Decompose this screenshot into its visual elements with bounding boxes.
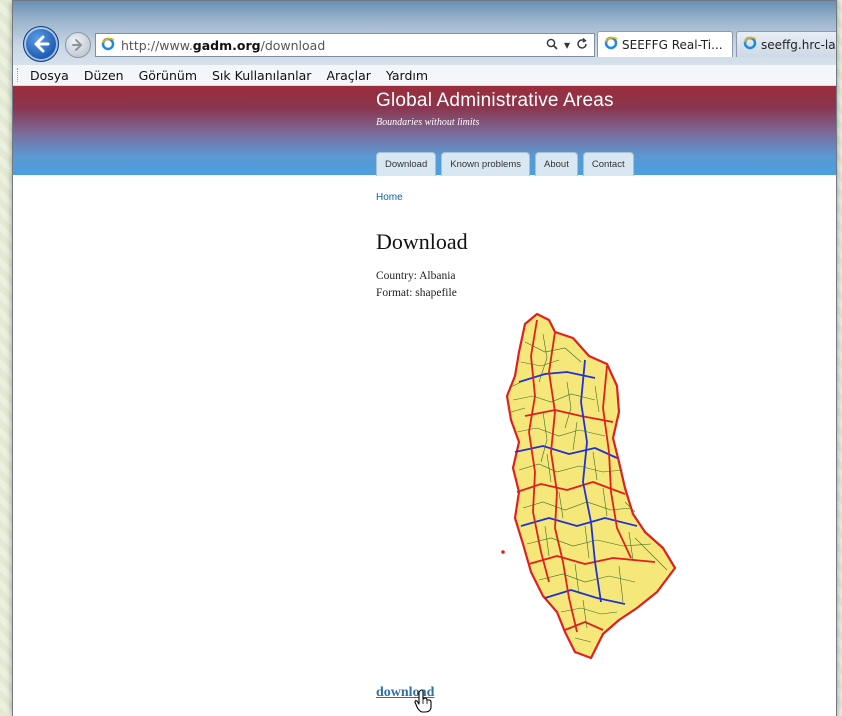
address-url: http://www.gadm.org/download — [121, 38, 546, 53]
site-title[interactable]: Global Administrative Areas — [376, 90, 614, 112]
browser-window: http://www.gadm.org/download ▾ SEEFFG Re… — [12, 0, 837, 716]
menu-item-gorunum[interactable]: Görünüm — [139, 68, 197, 83]
web-page: Global Administrative Areas Boundaries w… — [13, 86, 836, 716]
primary-nav: Download Known problems About Contact — [376, 152, 634, 176]
browser-toolbar: http://www.gadm.org/download ▾ SEEFFG Re… — [13, 1, 836, 65]
ie-logo-icon — [604, 36, 618, 53]
map-island — [501, 550, 505, 554]
tab-seeffg-hrc-lab[interactable]: seeffg.hrc-lab. — [736, 31, 836, 57]
nav-tab-known-problems[interactable]: Known problems — [441, 152, 531, 176]
back-arrow-icon — [34, 35, 50, 53]
albania-map-image — [501, 312, 677, 660]
tab-seeffg-real-time[interactable]: SEEFFG Real-Ti... — [597, 31, 733, 57]
refresh-icon[interactable] — [576, 37, 588, 53]
menu-grip — [17, 68, 20, 82]
menu-item-duzen[interactable]: Düzen — [84, 68, 124, 83]
hand-cursor-icon — [414, 689, 432, 713]
country-label: Country: Albania — [376, 270, 456, 282]
nav-tab-about[interactable]: About — [535, 152, 578, 176]
url-path: /download — [260, 37, 326, 53]
ie-logo-icon — [101, 37, 115, 54]
address-bar[interactable]: http://www.gadm.org/download ▾ — [95, 33, 595, 57]
page-title: Download — [376, 229, 468, 254]
menu-item-yardim[interactable]: Yardım — [386, 68, 428, 83]
ie-logo-icon — [743, 36, 757, 53]
forward-arrow-icon — [72, 39, 83, 51]
tab-label: SEEFFG Real-Ti... — [622, 37, 723, 52]
url-domain: gadm.org — [192, 37, 261, 53]
site-slogan: Boundaries without limits — [376, 117, 480, 128]
menu-bar: Dosya Düzen Görünüm Sık Kullanılanlar Ar… — [13, 65, 836, 86]
nav-tab-download[interactable]: Download — [376, 152, 437, 176]
url-prefix: http://www. — [121, 37, 193, 53]
menu-item-araclar[interactable]: Araçlar — [326, 68, 371, 83]
nav-tab-contact[interactable]: Contact — [582, 152, 634, 176]
format-label: Format: shapefile — [376, 287, 457, 299]
forward-button[interactable] — [65, 32, 91, 58]
menu-item-favorites[interactable]: Sık Kullanılanlar — [212, 68, 311, 83]
breadcrumb-home[interactable]: Home — [376, 192, 403, 203]
dropdown-arrow-icon[interactable]: ▾ — [564, 38, 570, 52]
back-button[interactable] — [23, 26, 59, 62]
site-header: Global Administrative Areas Boundaries w… — [13, 86, 836, 176]
tab-label: seeffg.hrc-lab. — [761, 37, 836, 52]
menu-item-dosya[interactable]: Dosya — [30, 68, 69, 83]
search-icon[interactable] — [546, 38, 558, 53]
